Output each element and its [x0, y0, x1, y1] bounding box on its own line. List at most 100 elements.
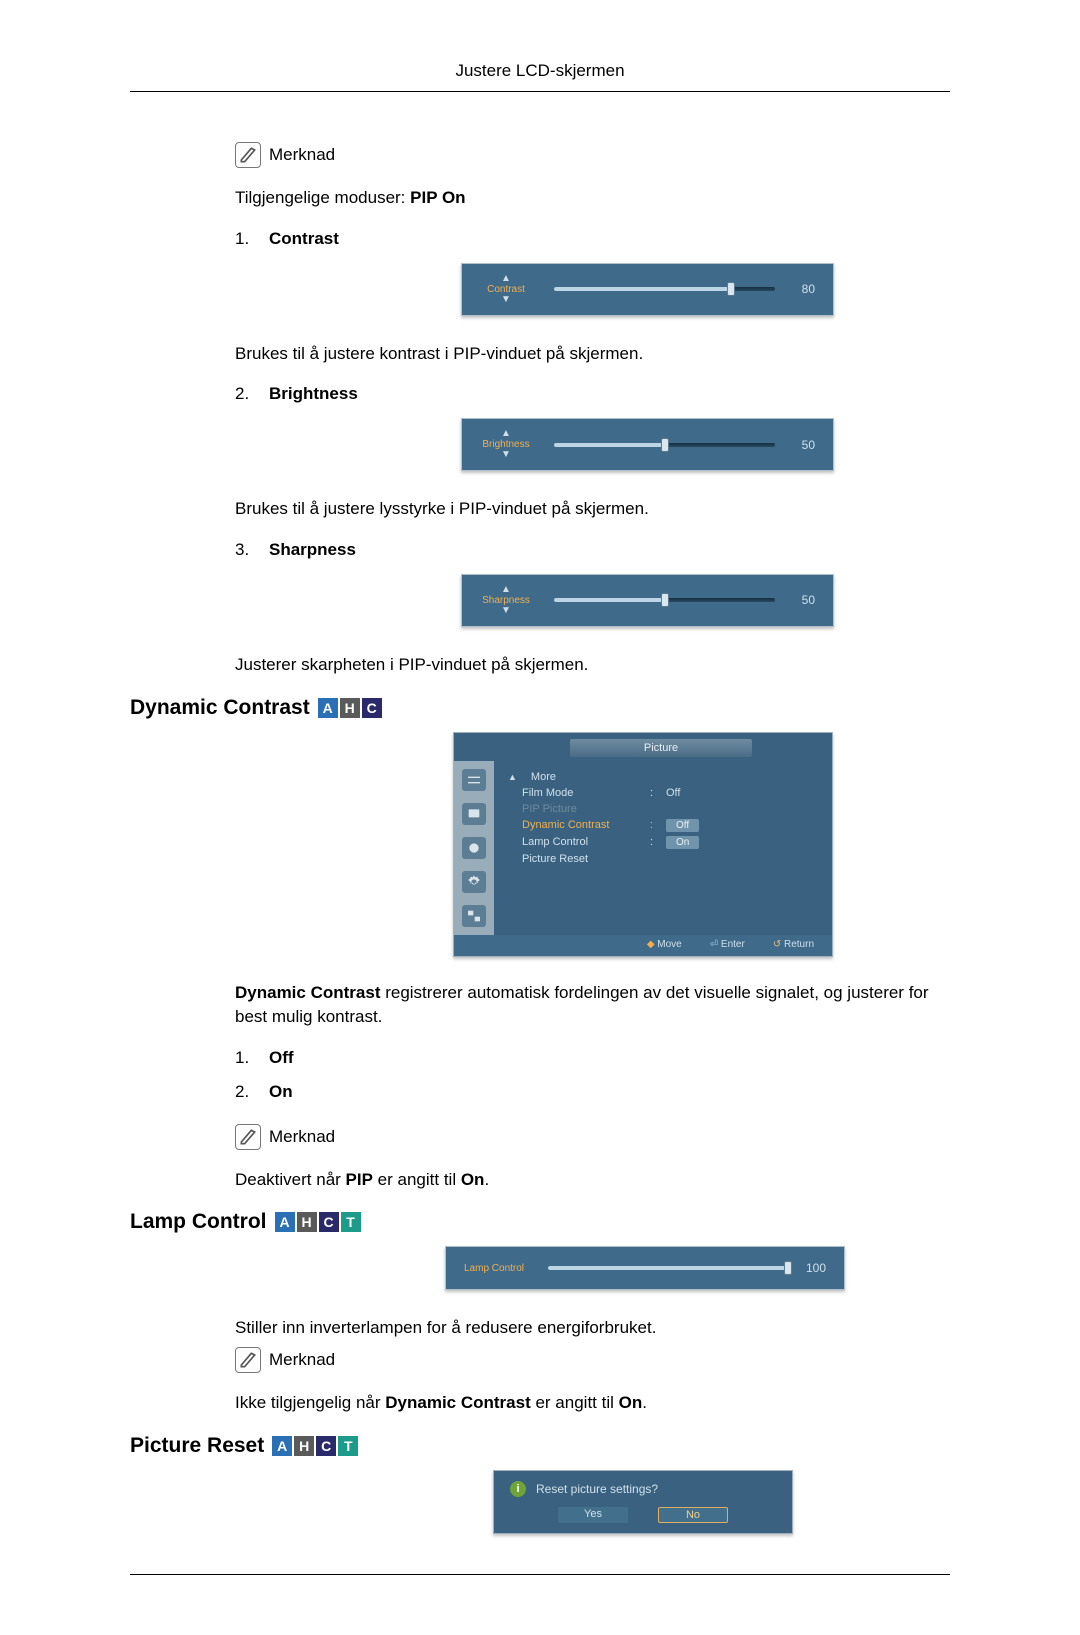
slider-track[interactable]: [554, 443, 775, 447]
arrow-down-icon: ▼: [501, 606, 511, 616]
slider-label-col: ▲ Contrast ▼: [476, 274, 536, 305]
osd-value-selected[interactable]: Off: [666, 819, 699, 832]
note-icon: [235, 142, 261, 168]
osd-value: Off: [666, 787, 680, 799]
tag-C: C: [362, 698, 382, 718]
osd-row-film-mode[interactable]: Film Mode : Off: [508, 785, 818, 801]
tag-group: A H C: [318, 698, 382, 718]
contrast-slider[interactable]: ▲ Contrast ▼ 80: [461, 263, 834, 316]
osd-tab[interactable]: Picture: [570, 739, 752, 757]
osd-row-picture-reset[interactable]: Picture Reset: [508, 851, 818, 867]
tag-H: H: [297, 1212, 317, 1232]
brightness-slider[interactable]: ▲ Brightness ▼ 50: [461, 418, 834, 471]
no-button[interactable]: No: [658, 1507, 728, 1523]
menu-input-icon[interactable]: [462, 769, 486, 791]
list-num: 1.: [235, 1048, 269, 1068]
slider-fill: [554, 443, 665, 447]
tag-group: A H C T: [275, 1212, 361, 1232]
osd-row-lamp-control[interactable]: Lamp Control : On: [508, 834, 818, 851]
list-item-sharpness: 3. Sharpness: [235, 540, 950, 560]
list-num: 3.: [235, 540, 269, 560]
tag-A: A: [318, 698, 338, 718]
footer-return: ↺ Return: [773, 939, 814, 950]
slider-value: 80: [793, 282, 815, 296]
contrast-desc: Brukes til å justere kontrast i PIP-vind…: [235, 342, 950, 367]
list-item-contrast: 1. Contrast: [235, 229, 950, 249]
slider-label-col: ▲ Brightness ▼: [476, 429, 536, 460]
slider-fill: [548, 1266, 788, 1270]
info-icon: i: [510, 1481, 526, 1497]
menu-multi-icon[interactable]: [462, 905, 486, 927]
arrow-up-icon: ▲: [501, 274, 511, 284]
list-label: Off: [269, 1048, 294, 1068]
osd-footer: ◆ Move ⏎ Enter ↺ Return: [454, 935, 832, 956]
tag-group: A H C T: [272, 1436, 358, 1456]
slider-value: 100: [804, 1261, 826, 1275]
desc-bold: Dynamic Contrast: [235, 983, 380, 1002]
tag-H: H: [294, 1436, 314, 1456]
slider-name: Contrast: [487, 284, 525, 295]
osd-label: Lamp Control: [522, 836, 642, 848]
osd-main: ▲ More Film Mode : Off PIP Picture Dynam…: [494, 761, 832, 935]
note-row: Merknad: [235, 1347, 950, 1373]
slider-thumb[interactable]: [784, 1261, 792, 1275]
osd-label: Dynamic Contrast: [522, 819, 642, 831]
brightness-desc: Brukes til å justere lysstyrke i PIP-vin…: [235, 497, 950, 522]
list-num: 2.: [235, 1082, 269, 1102]
note-label: Merknad: [269, 145, 335, 165]
yes-button[interactable]: Yes: [558, 1507, 628, 1523]
osd-row-pip-picture: PIP Picture: [508, 801, 818, 817]
slider-track[interactable]: [548, 1266, 788, 1270]
intro-text: Tilgjengelige moduser: PIP On: [235, 186, 950, 211]
arrow-up-icon: ▲: [501, 585, 511, 595]
osd-value-box[interactable]: On: [666, 836, 699, 849]
note-icon: [235, 1124, 261, 1150]
osd-row-dynamic-contrast[interactable]: Dynamic Contrast : Off: [508, 817, 818, 834]
tag-C: C: [316, 1436, 336, 1456]
footer-move: ◆ Move: [647, 939, 682, 950]
list-num: 1.: [235, 229, 269, 249]
arrow-up-icon: ▲: [501, 429, 511, 439]
note-icon: [235, 1347, 261, 1373]
reset-dialog: i Reset picture settings? Yes No: [493, 1470, 793, 1534]
section-heading-picture-reset: Picture Reset A H C T: [130, 1434, 950, 1458]
slider-track[interactable]: [554, 598, 775, 602]
dialog-title: Reset picture settings?: [536, 1482, 658, 1496]
sharpness-slider[interactable]: ▲ Sharpness ▼ 50: [461, 574, 834, 627]
tag-T: T: [341, 1212, 361, 1232]
osd-row-more[interactable]: ▲ More: [508, 769, 818, 785]
content-area: Merknad Tilgjengelige moduser: PIP On 1.…: [130, 142, 950, 1534]
dc-option-on: 2. On: [235, 1082, 950, 1102]
footer-separator: [130, 1574, 950, 1575]
tag-T: T: [338, 1436, 358, 1456]
note-row: Merknad: [235, 1124, 950, 1150]
dc-option-off: 1. Off: [235, 1048, 950, 1068]
dialog-buttons: Yes No: [494, 1505, 792, 1523]
dialog-title-row: i Reset picture settings?: [494, 1479, 792, 1505]
slider-value: 50: [793, 438, 815, 452]
list-label: Brightness: [269, 384, 358, 404]
tag-A: A: [275, 1212, 295, 1232]
slider-track[interactable]: [554, 287, 775, 291]
menu-setup-icon[interactable]: [462, 871, 486, 893]
slider-fill: [554, 598, 665, 602]
lamp-control-desc: Stiller inn inverterlampen for å reduser…: [235, 1316, 950, 1341]
osd-sidebar: [454, 761, 494, 935]
menu-picture-icon[interactable]: [462, 803, 486, 825]
list-label: Sharpness: [269, 540, 356, 560]
slider-thumb[interactable]: [661, 593, 669, 607]
sharpness-desc: Justerer skarpheten i PIP-vinduet på skj…: [235, 653, 950, 678]
lamp-note-text: Ikke tilgjengelig når Dynamic Contrast e…: [235, 1391, 950, 1416]
menu-sound-icon[interactable]: [462, 837, 486, 859]
heading-text: Lamp Control: [130, 1210, 267, 1234]
list-label: On: [269, 1082, 293, 1102]
note-label: Merknad: [269, 1350, 335, 1370]
list-num: 2.: [235, 384, 269, 404]
osd-label: More: [531, 771, 651, 783]
lamp-control-slider[interactable]: Lamp Control 100: [445, 1246, 845, 1290]
note-label: Merknad: [269, 1127, 335, 1147]
osd-label: Picture Reset: [522, 853, 642, 865]
slider-thumb[interactable]: [727, 282, 735, 296]
slider-thumb[interactable]: [661, 438, 669, 452]
tag-H: H: [340, 698, 360, 718]
